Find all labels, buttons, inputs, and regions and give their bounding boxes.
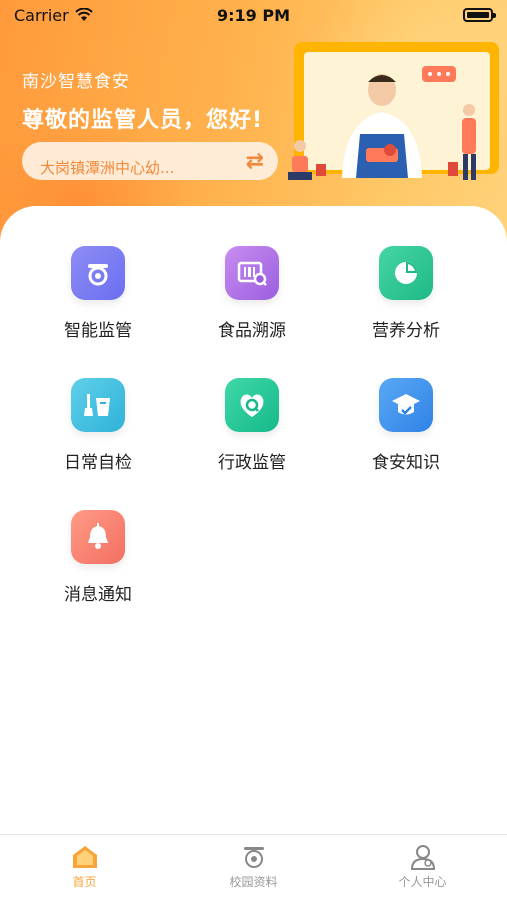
home-icon [72, 846, 97, 868]
switch-arrows-icon[interactable]: ⇄ [246, 149, 264, 174]
barcode-scan-icon [225, 246, 279, 300]
menu-item-food-traceability[interactable]: 食品溯源 [182, 246, 322, 356]
school-selector[interactable]: 大岗镇潭洲中心幼... ⇄ [22, 142, 278, 180]
brand-title: 南沙智慧食安 [22, 72, 130, 92]
main-content: 智能监管 食品溯源 营养分析 日常自检 行政监管 食安知识 消息通知 [0, 206, 507, 834]
menu-item-label: 营养分析 [372, 321, 440, 341]
chef-illustration [288, 42, 499, 180]
greeting-text: 尊敬的监管人员，您好! [22, 108, 264, 133]
camera-icon [71, 246, 125, 300]
cleaning-tools-icon [71, 378, 125, 432]
status-time: 9:19 PM [216, 5, 291, 25]
wifi-icon [74, 8, 93, 21]
bell-icon [71, 510, 125, 564]
pie-chart-icon [379, 246, 433, 300]
menu-item-label: 消息通知 [64, 585, 132, 605]
status-bar: Carrier 9:19 PM [0, 0, 507, 30]
carrier-label: Carrier [14, 5, 69, 25]
menu-item-daily-inspection[interactable]: 日常自检 [28, 378, 168, 488]
menu-item-label: 食安知识 [372, 453, 440, 473]
tab-label: 首页 [72, 875, 97, 889]
camera-icon [243, 847, 264, 868]
menu-item-label: 行政监管 [218, 453, 286, 473]
tab-label: 校园资料 [229, 875, 278, 889]
bottom-tab-bar: 首页 校园资料 个人中心 [0, 834, 507, 900]
shield-heart-icon [225, 378, 279, 432]
tab-label: 个人中心 [398, 875, 447, 889]
graduation-cap-icon [379, 378, 433, 432]
menu-item-label: 日常自检 [64, 453, 132, 473]
menu-item-nutrition-analysis[interactable]: 营养分析 [336, 246, 476, 356]
menu-item-food-safety-knowledge[interactable]: 食安知识 [336, 378, 476, 488]
user-icon [410, 845, 435, 870]
tab-home[interactable]: 首页 [0, 835, 169, 900]
menu-item-administrative-supervision[interactable]: 行政监管 [182, 378, 322, 488]
menu-item-label: 食品溯源 [218, 321, 286, 341]
school-name: 大岗镇潭洲中心幼... [40, 158, 175, 177]
battery-icon [463, 8, 496, 22]
menu-item-smart-supervision[interactable]: 智能监管 [28, 246, 168, 356]
tab-campus-info[interactable]: 校园资料 [169, 835, 338, 900]
tab-personal-center[interactable]: 个人中心 [338, 835, 507, 900]
menu-item-label: 智能监管 [64, 321, 132, 341]
menu-item-notifications[interactable]: 消息通知 [28, 510, 168, 620]
